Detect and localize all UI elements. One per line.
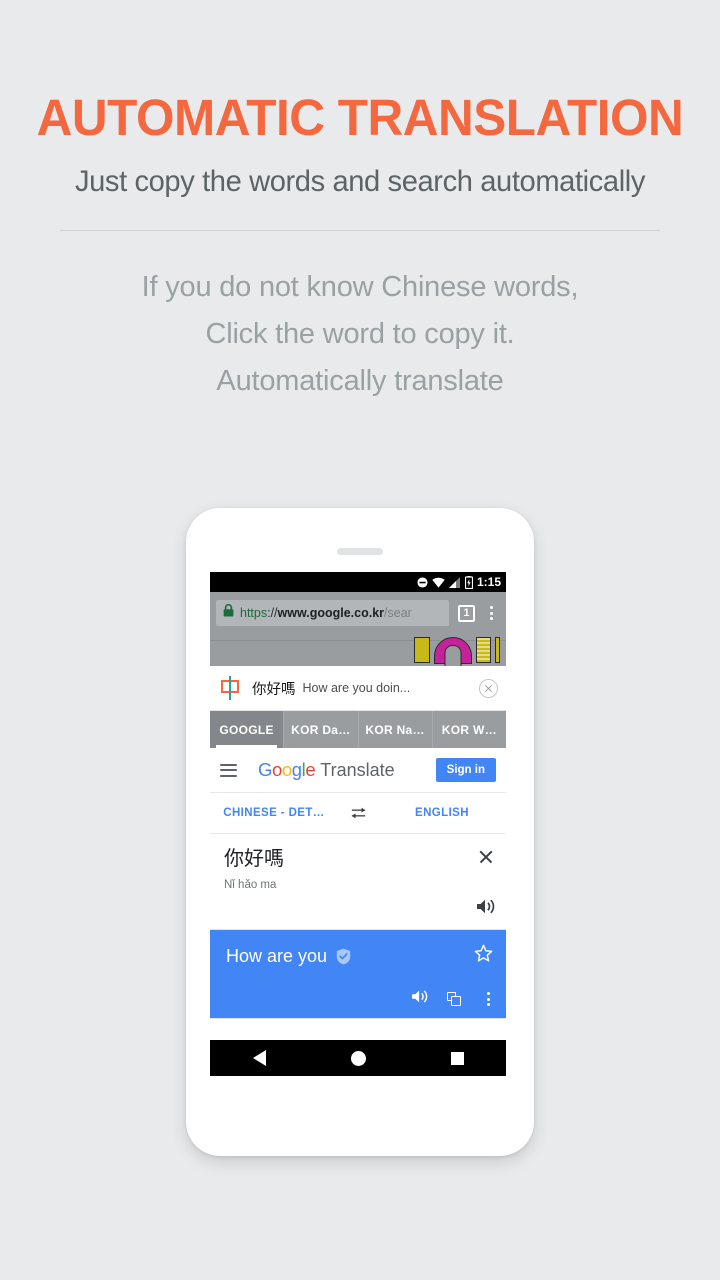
tab-count-button[interactable]: 1 bbox=[458, 604, 475, 622]
phone-mockup: 1:15 https://www.google.co.kr/sear 1 你好嗎… bbox=[186, 508, 534, 1156]
logo-letter-g1: G bbox=[258, 759, 272, 780]
promo-header: AUTOMATIC TRANSLATION Just copy the word… bbox=[0, 0, 720, 199]
home-circle-icon[interactable] bbox=[350, 1050, 366, 1066]
promo-description: If you do not know Chinese words, Click … bbox=[0, 264, 720, 405]
tab-kor-daum[interactable]: KOR Da… bbox=[284, 711, 359, 748]
language-selector-row: CHINESE - DET… ENGLISH bbox=[210, 793, 506, 834]
tab-kor-web[interactable]: KOR W… bbox=[433, 711, 506, 748]
overlay-translation-preview: How are you doin... bbox=[302, 681, 411, 695]
result-text-row: How are you bbox=[226, 946, 492, 967]
google-logo: Google bbox=[258, 759, 316, 781]
url-scheme: https bbox=[240, 606, 268, 620]
do-not-disturb-icon bbox=[417, 576, 428, 588]
close-icon[interactable] bbox=[478, 848, 494, 864]
phone-screen: 1:15 https://www.google.co.kr/sear 1 你好嗎… bbox=[210, 572, 506, 1102]
source-text[interactable]: 你好嗎 bbox=[224, 848, 494, 870]
translation-overlay-bar[interactable]: 你好嗎 How are you doin... bbox=[210, 666, 506, 711]
translation-result-card: How are you bbox=[210, 930, 506, 1018]
url-path: /sear bbox=[384, 606, 412, 620]
chinese-character-icon bbox=[218, 676, 242, 700]
status-bar-clock: 1:15 bbox=[476, 575, 501, 589]
back-triangle-icon[interactable] bbox=[252, 1050, 266, 1066]
recents-square-icon[interactable] bbox=[450, 1051, 464, 1065]
android-status-bar: 1:15 bbox=[210, 572, 506, 592]
graphic-shape-magenta bbox=[434, 636, 472, 664]
header-divider bbox=[60, 230, 660, 231]
product-name: Translate bbox=[320, 759, 395, 780]
target-language-selector[interactable]: ENGLISH bbox=[378, 807, 506, 819]
url-host: www.google.co.kr bbox=[277, 606, 385, 620]
logo-letter-g2: g bbox=[291, 759, 302, 780]
kebab-menu-icon[interactable] bbox=[482, 606, 500, 620]
page-title: AUTOMATIC TRANSLATION bbox=[36, 89, 684, 146]
copy-icon[interactable] bbox=[447, 991, 462, 1007]
browser-toolbar: https://www.google.co.kr/sear 1 bbox=[210, 592, 506, 634]
android-navigation-bar bbox=[210, 1040, 506, 1076]
web-page-content-strip bbox=[210, 634, 506, 666]
sign-in-button[interactable]: Sign in bbox=[435, 758, 496, 782]
page-graphic bbox=[414, 634, 500, 666]
source-text-card: 你好嗎 Nǐ hǎo ma bbox=[210, 834, 506, 930]
google-translate-header: Google Translate Sign in bbox=[210, 748, 506, 793]
lock-icon bbox=[223, 603, 234, 622]
speaker-icon-result[interactable] bbox=[411, 989, 429, 1009]
logo-letter-o2: o bbox=[281, 759, 292, 780]
graphic-shape-bar bbox=[495, 637, 500, 663]
promo-page: AUTOMATIC TRANSLATION Just copy the word… bbox=[0, 0, 720, 1280]
kebab-menu-icon-result[interactable] bbox=[480, 992, 496, 1006]
close-circle-icon[interactable] bbox=[479, 678, 498, 698]
swap-arrows-icon[interactable] bbox=[338, 806, 378, 820]
tab-google[interactable]: GOOGLE bbox=[210, 711, 285, 748]
promo-description-line-2: Click the word to copy it. bbox=[205, 318, 515, 350]
page-subtitle: Just copy the words and search automatic… bbox=[74, 165, 646, 198]
overlay-source-text: 你好嗎 bbox=[252, 681, 296, 698]
wifi-icon bbox=[432, 577, 445, 588]
translation-result-text: How are you bbox=[226, 946, 328, 966]
star-icon[interactable] bbox=[474, 944, 493, 967]
source-language-selector[interactable]: CHINESE - DET… bbox=[210, 807, 338, 819]
result-action-bar bbox=[411, 989, 496, 1009]
page-bottom-gap bbox=[210, 1018, 506, 1040]
signal-icon bbox=[448, 576, 461, 588]
site-tab-bar: GOOGLE KOR Da… KOR Na… KOR W… bbox=[210, 711, 506, 748]
tab-kor-naver[interactable]: KOR Na… bbox=[359, 711, 433, 748]
speaker-icon-source[interactable] bbox=[476, 898, 496, 920]
promo-description-line-3: Automatically translate bbox=[216, 365, 504, 397]
graphic-shape-yellow bbox=[414, 637, 430, 663]
url-text: https://www.google.co.kr/sear bbox=[240, 606, 412, 620]
graphic-shape-striped bbox=[476, 637, 491, 663]
logo-letter-o1: o bbox=[272, 759, 282, 780]
promo-description-line-1: If you do not know Chinese words, bbox=[141, 271, 579, 303]
verified-badge-icon bbox=[336, 948, 351, 965]
logo-letter-e: e bbox=[305, 759, 316, 780]
battery-charging-icon bbox=[464, 575, 473, 589]
url-bar[interactable]: https://www.google.co.kr/sear bbox=[216, 600, 449, 626]
hamburger-menu-icon[interactable] bbox=[220, 763, 237, 777]
url-separator: :// bbox=[267, 606, 278, 620]
phone-speaker-grille bbox=[337, 548, 383, 555]
source-transliteration: Nǐ hǎo ma bbox=[224, 879, 277, 891]
